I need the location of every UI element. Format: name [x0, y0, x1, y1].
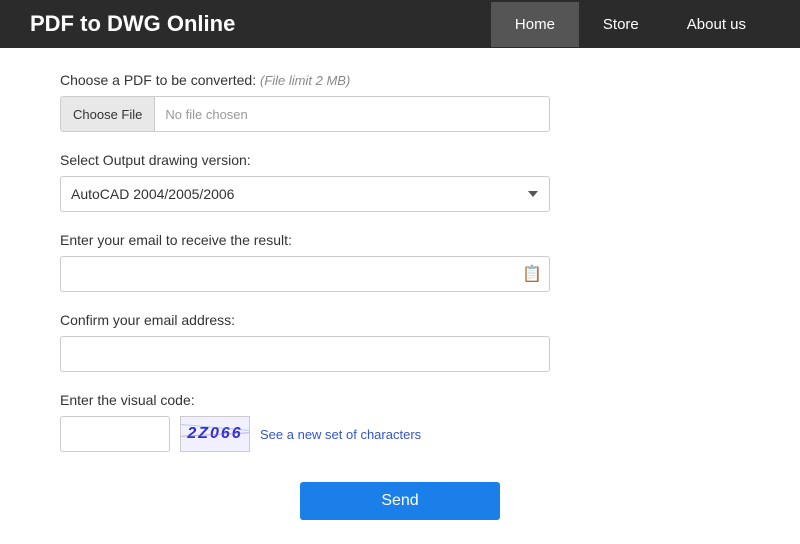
visual-code-wrapper: 2Z066 See a new set of characters: [60, 416, 740, 452]
file-label-text: Choose a PDF to be converted:: [60, 72, 256, 88]
send-button[interactable]: Send: [300, 482, 500, 520]
main-content: Choose a PDF to be converted: (File limi…: [0, 48, 800, 544]
email-input-wrapper: 📋: [60, 256, 550, 292]
navbar: PDF to DWG Online Home Store About us: [0, 0, 800, 48]
confirm-email-input[interactable]: [60, 336, 550, 372]
output-version-group: Select Output drawing version: AutoCAD 2…: [60, 152, 740, 212]
email-label: Enter your email to receive the result:: [60, 232, 740, 248]
email-input[interactable]: [60, 256, 550, 292]
visual-code-label: Enter the visual code:: [60, 392, 740, 408]
nav-link-store[interactable]: Store: [579, 2, 663, 47]
visual-code-group: Enter the visual code: 2Z066 See a new s…: [60, 392, 740, 452]
file-input-wrapper: Choose File No file chosen: [60, 96, 550, 132]
file-upload-group: Choose a PDF to be converted: (File limi…: [60, 72, 740, 132]
nav-item-store[interactable]: Store: [579, 2, 663, 47]
email-group: Enter your email to receive the result: …: [60, 232, 740, 292]
send-button-wrapper: Send: [60, 482, 740, 520]
output-label: Select Output drawing version:: [60, 152, 740, 168]
see-new-characters-link[interactable]: See a new set of characters: [260, 427, 421, 442]
confirm-email-label: Confirm your email address:: [60, 312, 740, 328]
output-version-select[interactable]: AutoCAD 2004/2005/2006AutoCAD 2007/2008/…: [60, 176, 550, 212]
file-label: Choose a PDF to be converted: (File limi…: [60, 72, 740, 88]
nav-item-about[interactable]: About us: [663, 2, 770, 47]
email-icon: 📋: [522, 264, 542, 284]
nav-item-home[interactable]: Home: [491, 2, 579, 47]
nav-link-about[interactable]: About us: [663, 2, 770, 47]
visual-code-input[interactable]: [60, 416, 170, 452]
nav-links: Home Store About us: [491, 2, 770, 47]
no-file-text: No file chosen: [155, 107, 247, 122]
brand-title: PDF to DWG Online: [30, 11, 235, 37]
captcha-image: 2Z066: [180, 416, 250, 452]
file-limit-note: (File limit 2 MB): [260, 73, 350, 88]
confirm-email-group: Confirm your email address:: [60, 312, 740, 372]
nav-link-home[interactable]: Home: [491, 2, 579, 47]
captcha-text: 2Z066: [187, 425, 242, 443]
choose-file-button[interactable]: Choose File: [61, 97, 155, 131]
